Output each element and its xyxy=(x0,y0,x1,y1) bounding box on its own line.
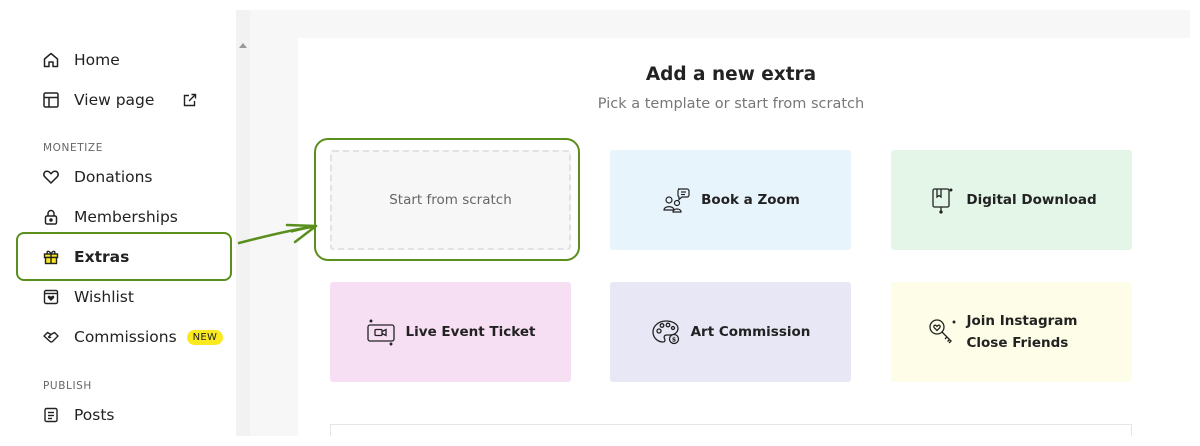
card-label: Live Event Ticket xyxy=(405,324,536,340)
join-instagram-close-friends-card[interactable]: Join Instagram Close Friends xyxy=(891,282,1132,382)
document-icon xyxy=(42,406,60,424)
digital-download-card[interactable]: Digital Download xyxy=(891,150,1132,250)
sidebar-item-posts[interactable]: Posts xyxy=(42,400,115,430)
wishlist-icon xyxy=(42,288,60,306)
extras-highlight-annotation xyxy=(16,232,232,281)
sidebar-item-label: View page xyxy=(74,91,155,109)
annotation-arrow-icon xyxy=(237,223,318,245)
section-label-monetize: MONETIZE xyxy=(43,142,103,154)
svg-text:$: $ xyxy=(672,337,676,344)
home-icon xyxy=(42,51,60,69)
sidebar-item-label: Donations xyxy=(74,168,153,186)
new-badge: NEW xyxy=(186,329,224,345)
sidebar-item-view-page[interactable]: View page xyxy=(42,85,198,115)
page-title: Add a new extra xyxy=(645,64,817,85)
key-heart-icon xyxy=(927,317,957,347)
section-label-publish: PUBLISH xyxy=(43,380,92,392)
download-book-icon xyxy=(926,185,956,215)
scroll-up-arrow-icon[interactable] xyxy=(239,43,247,48)
external-link-icon[interactable] xyxy=(182,92,198,108)
app-frame: Home View page MONETIZE Donations Member… xyxy=(10,10,1190,436)
layout-icon xyxy=(42,91,60,109)
sidebar-item-label: Home xyxy=(74,51,120,69)
sidebar-item-memberships[interactable]: Memberships xyxy=(42,202,178,232)
video-camera-icon xyxy=(366,317,396,347)
sidebar-item-donations[interactable]: Donations xyxy=(42,162,153,192)
sidebar-item-label: Wishlist xyxy=(74,288,134,306)
sidebar-item-label: Commissions xyxy=(74,328,177,346)
add-extra-panel: Add a new extra Pick a template or start… xyxy=(298,38,1190,436)
heart-icon xyxy=(42,168,60,186)
sidebar-item-wishlist[interactable]: Wishlist xyxy=(42,282,134,312)
content-list-area xyxy=(330,424,1132,436)
scratch-highlight-annotation xyxy=(314,138,580,261)
card-label: Join Instagram Close Friends xyxy=(966,313,1078,351)
lock-icon xyxy=(42,208,60,226)
book-a-zoom-card[interactable]: Book a Zoom xyxy=(610,150,851,250)
sidebar-item-label: Memberships xyxy=(74,208,178,226)
live-event-ticket-card[interactable]: Live Event Ticket xyxy=(330,282,571,382)
sidebar-item-home[interactable]: Home xyxy=(42,45,120,75)
handshake-icon xyxy=(42,328,60,346)
palette-icon: $ xyxy=(651,317,681,347)
sidebar: Home View page MONETIZE Donations Member… xyxy=(10,10,236,436)
sidebar-item-label: Posts xyxy=(74,406,115,424)
card-label: Digital Download xyxy=(966,192,1097,208)
sidebar-item-commissions[interactable]: Commissions NEW xyxy=(42,322,224,352)
card-label: Book a Zoom xyxy=(701,192,800,208)
people-chat-icon xyxy=(661,185,691,215)
art-commission-card[interactable]: $ Art Commission xyxy=(610,282,851,382)
card-label: Art Commission xyxy=(690,324,811,340)
page-subtitle: Pick a template or start from scratch xyxy=(597,96,865,112)
